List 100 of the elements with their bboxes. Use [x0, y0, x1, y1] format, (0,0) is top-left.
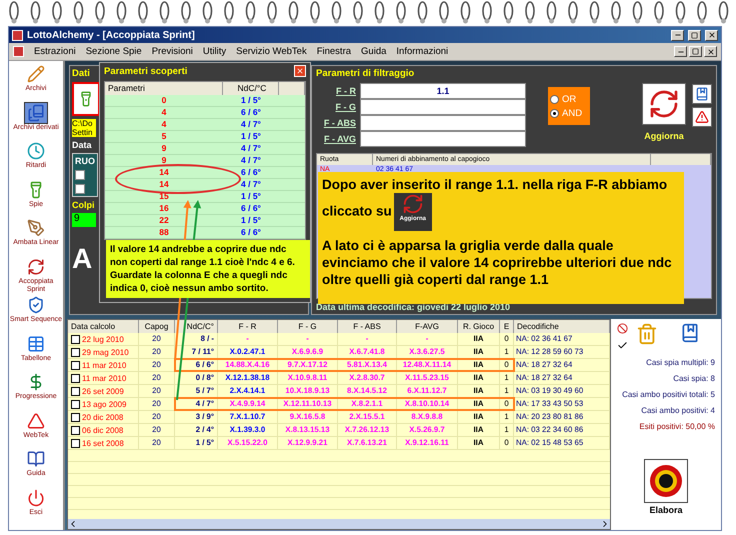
column-header[interactable]: Capog	[139, 320, 175, 333]
minimize-button[interactable]	[671, 30, 684, 40]
popup-title: Parametri scoperti	[104, 66, 188, 76]
table-cell: 26 set 2009	[82, 386, 124, 396]
table-cell-text: 4 / 7°	[240, 119, 262, 130]
close-button[interactable]	[704, 46, 717, 57]
row-checkbox[interactable]	[71, 374, 80, 382]
filter-field[interactable]	[360, 99, 526, 115]
restore-button[interactable]	[689, 46, 702, 57]
filter-field[interactable]	[360, 115, 526, 131]
table-cell-text: 14	[158, 167, 170, 178]
field-link[interactable]: F - ABS	[316, 118, 360, 128]
table-cell-text: 4 / 7°	[240, 179, 262, 190]
window-title: LottoAlchemy - [Accoppiata Sprint]	[27, 30, 196, 40]
table-cell: 11 mar 2010	[82, 374, 126, 382]
target-icon	[649, 464, 683, 498]
row-checkbox[interactable]	[71, 348, 80, 356]
field-link[interactable]: F - G	[316, 102, 360, 112]
sidebar-button[interactable]	[24, 102, 48, 124]
restore-icon	[692, 48, 699, 55]
row-checkbox[interactable]	[71, 426, 80, 434]
filter-field[interactable]: 1.1	[360, 83, 526, 99]
menu-item[interactable]: Sezione Spie	[86, 46, 142, 57]
table-cell-text: 9	[160, 143, 168, 154]
flashlight-button[interactable]	[72, 82, 100, 116]
table-cell: 22 lug 2010	[82, 334, 124, 344]
checkmark-icon	[617, 340, 628, 351]
menu-item[interactable]: Informazioni	[396, 46, 448, 57]
menu-item[interactable]: Finestra	[316, 46, 352, 57]
maximize-button[interactable]	[688, 30, 701, 40]
table-cell: 29 mag 2010	[82, 348, 129, 356]
column-header[interactable]: E	[500, 320, 514, 333]
table-cell-text: 9	[160, 155, 168, 166]
close-button[interactable]	[705, 30, 718, 40]
column-header[interactable]: F - R	[218, 320, 278, 333]
shots-label: Colpi	[72, 200, 94, 210]
table-cell-text: 1 / 5°	[240, 131, 262, 142]
menu-item[interactable]: Servizio WebTek	[236, 46, 307, 57]
book-icon	[680, 323, 700, 343]
table-cell-text: 1 / 5°	[240, 215, 262, 226]
column-header[interactable]: F - ABS	[338, 320, 397, 333]
minimize-button[interactable]	[674, 46, 687, 57]
stat-text: Casi ambo positivi: 4	[640, 406, 715, 415]
row-checkbox[interactable]	[71, 386, 80, 396]
field-link[interactable]: F - R	[316, 86, 360, 96]
no-entry-icon	[617, 323, 628, 334]
horizontal-scrollbar[interactable]	[68, 519, 610, 529]
table-cell-text: 6 / 6°	[240, 227, 262, 238]
table-cell: 20 dic 2008	[82, 412, 124, 422]
row-checkbox[interactable]	[71, 360, 80, 370]
warning-button[interactable]	[692, 107, 712, 127]
filter-field[interactable]	[360, 131, 526, 147]
column-header[interactable]: Decodifiche	[514, 320, 610, 333]
pencil-icon	[27, 65, 45, 83]
table-cell: 11 mar 2010	[82, 360, 126, 370]
refresh-icon	[648, 88, 680, 120]
table-cell-text: 6 / 6°	[240, 203, 262, 214]
maximize-icon	[691, 32, 698, 38]
column-header[interactable]: F-AVG	[397, 320, 458, 333]
stat-text: Casi spia multipli: 9	[645, 358, 715, 367]
column-header[interactable]: F - G	[278, 320, 338, 333]
table-cell-text: 16	[158, 203, 170, 214]
table-cell-text: 88	[158, 227, 170, 238]
menu-item[interactable]: Guida	[361, 46, 386, 57]
last-decode-label: Data ultima decodifica: giovedi 22 luglio 2010	[316, 302, 512, 312]
stat-text: Casi ambo positivi totali: 5	[621, 390, 715, 399]
triangle-icon	[27, 412, 45, 430]
row-checkbox[interactable]	[71, 412, 80, 422]
panel-title: Dati	[72, 68, 90, 79]
table-cell: 13 ago 2009	[82, 400, 126, 408]
row-checkbox[interactable]	[71, 334, 80, 344]
data-label: Data	[72, 140, 92, 150]
table-cell-text: 4 / 7°	[240, 155, 262, 166]
table-cell-text: 5	[160, 131, 168, 142]
column-header[interactable]: R. Gioco	[458, 320, 500, 333]
stat-text: Casi spia: 8	[672, 374, 715, 383]
table-cell-text: 6 / 6°	[240, 167, 262, 178]
row-checkbox[interactable]	[71, 400, 80, 408]
panel-title: Parametri di filtraggio	[316, 68, 416, 79]
table-cell-text: 4	[160, 119, 168, 130]
annotation-note: Il valore 14 andrebbe a coprire due ndc non coperti dal range 1.1 cioè l'ndc 4 e 6. Guardate la colonna E che a quegli ndc indica 0, cioè nessun ambo sortito.	[106, 240, 310, 298]
table-cell-text: 1 / 5°	[240, 191, 262, 202]
clock-icon	[27, 142, 45, 160]
refresh-button[interactable]	[642, 83, 686, 125]
path-label: C:\Do Settin	[72, 119, 96, 137]
table-cell-text: 4 / 7°	[240, 143, 262, 154]
menu-item[interactable]: Utility	[202, 46, 226, 57]
book-button[interactable]	[692, 84, 712, 104]
column-header[interactable]: Data calcolo	[68, 320, 139, 333]
menu-item[interactable]: Previsioni	[152, 46, 193, 57]
run-button[interactable]	[644, 459, 688, 503]
shield-check-icon	[27, 296, 45, 314]
field-link[interactable]: F - AVG	[316, 134, 360, 144]
menu-item[interactable]: Estrazioni	[34, 46, 76, 57]
run-label: Elabora	[649, 505, 682, 515]
app-icon	[12, 30, 23, 40]
refresh-label: Aggiorna	[644, 131, 684, 141]
row-checkbox[interactable]	[71, 438, 80, 448]
table-cell-text: 1 / 5°	[240, 95, 262, 106]
shots-field[interactable]: 9	[72, 213, 96, 227]
